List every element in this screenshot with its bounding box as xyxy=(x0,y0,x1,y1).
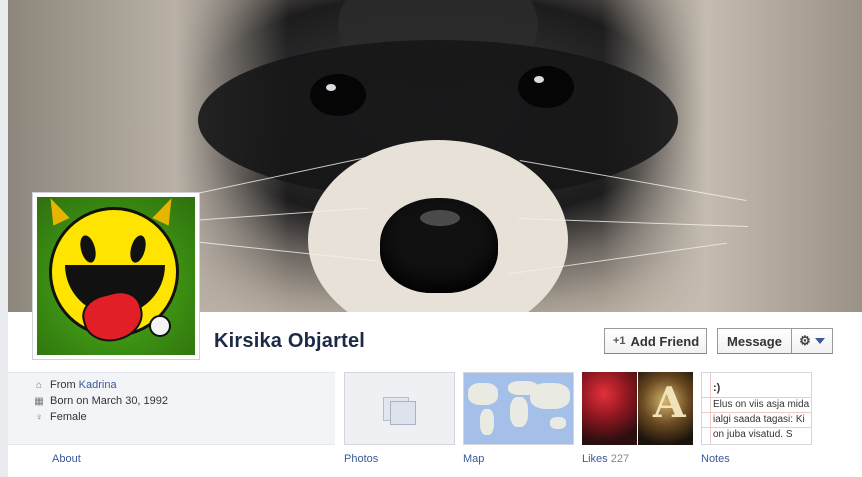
notes-margin-line xyxy=(710,373,711,444)
liked-page-letter: A xyxy=(653,378,686,427)
devil-smiley-avatar xyxy=(37,197,195,355)
photos-icon-back xyxy=(390,401,416,425)
calendar-icon: ▦ xyxy=(34,395,44,407)
add-friend-label: Add Friend xyxy=(630,333,700,349)
notes-rule xyxy=(702,397,811,398)
note-line: on juba visatud. S xyxy=(713,429,793,440)
add-friend-button[interactable]: +1 Add Friend xyxy=(604,328,707,354)
map-land xyxy=(480,409,494,435)
from-row: ⌂ From Kadrina xyxy=(34,379,117,391)
tab-photos[interactable]: Photos xyxy=(344,453,378,465)
from-label: From xyxy=(50,379,76,391)
profile-picture[interactable] xyxy=(32,192,200,360)
likes-count: 227 xyxy=(610,453,630,465)
tab-map[interactable]: Map xyxy=(463,453,484,465)
born-row: ▦ Born on March 30, 1992 xyxy=(34,395,168,407)
profile-name[interactable]: Kirsika Objartel xyxy=(214,330,365,353)
tab-notes[interactable]: Notes xyxy=(701,453,730,465)
notes-rule xyxy=(702,427,811,428)
notes-tile[interactable]: :) Elus on viis asja mida ialgi saada ta… xyxy=(701,372,812,445)
note-title: :) xyxy=(713,382,721,394)
photos-tile[interactable] xyxy=(344,372,455,445)
liked-page-thumbnail xyxy=(582,372,637,445)
cover-nose xyxy=(380,198,498,293)
add-friend-icon: +1 xyxy=(613,335,626,347)
tab-likes[interactable]: Likes 227 xyxy=(582,453,629,465)
born-text: Born on March 30, 1992 xyxy=(50,395,169,407)
map-land xyxy=(510,397,528,427)
note-line: Elus on viis asja mida xyxy=(713,399,810,410)
settings-dropdown-button[interactable]: ⚙ xyxy=(791,328,833,354)
gear-icon: ⚙ xyxy=(799,333,811,348)
about-summary: ⌂ From Kadrina ▦ Born on March 30, 1992 … xyxy=(8,372,335,445)
house-icon: ⌂ xyxy=(35,379,43,391)
cover-left-eye xyxy=(310,74,366,116)
tab-likes-label: Likes xyxy=(582,453,608,465)
map-tile[interactable] xyxy=(463,372,574,445)
likes-tile[interactable]: A xyxy=(582,372,693,445)
note-line: ialgi saada tagasi: Ki xyxy=(713,414,805,425)
map-land xyxy=(550,417,566,429)
gender-row: ♀ Female xyxy=(34,411,87,423)
message-button[interactable]: Message xyxy=(717,328,792,354)
gender-icon: ♀ xyxy=(35,411,43,423)
hometown-link[interactable]: Kadrina xyxy=(79,379,117,391)
cover-right-eye xyxy=(518,66,574,108)
notes-rule xyxy=(702,412,811,413)
gender-text: Female xyxy=(50,411,87,423)
map-land xyxy=(530,383,570,409)
map-land xyxy=(468,383,498,405)
tab-about[interactable]: About xyxy=(52,453,81,465)
liked-page-thumbnail: A xyxy=(638,372,693,445)
message-label: Message xyxy=(727,333,782,349)
chevron-down-icon xyxy=(814,338,825,344)
